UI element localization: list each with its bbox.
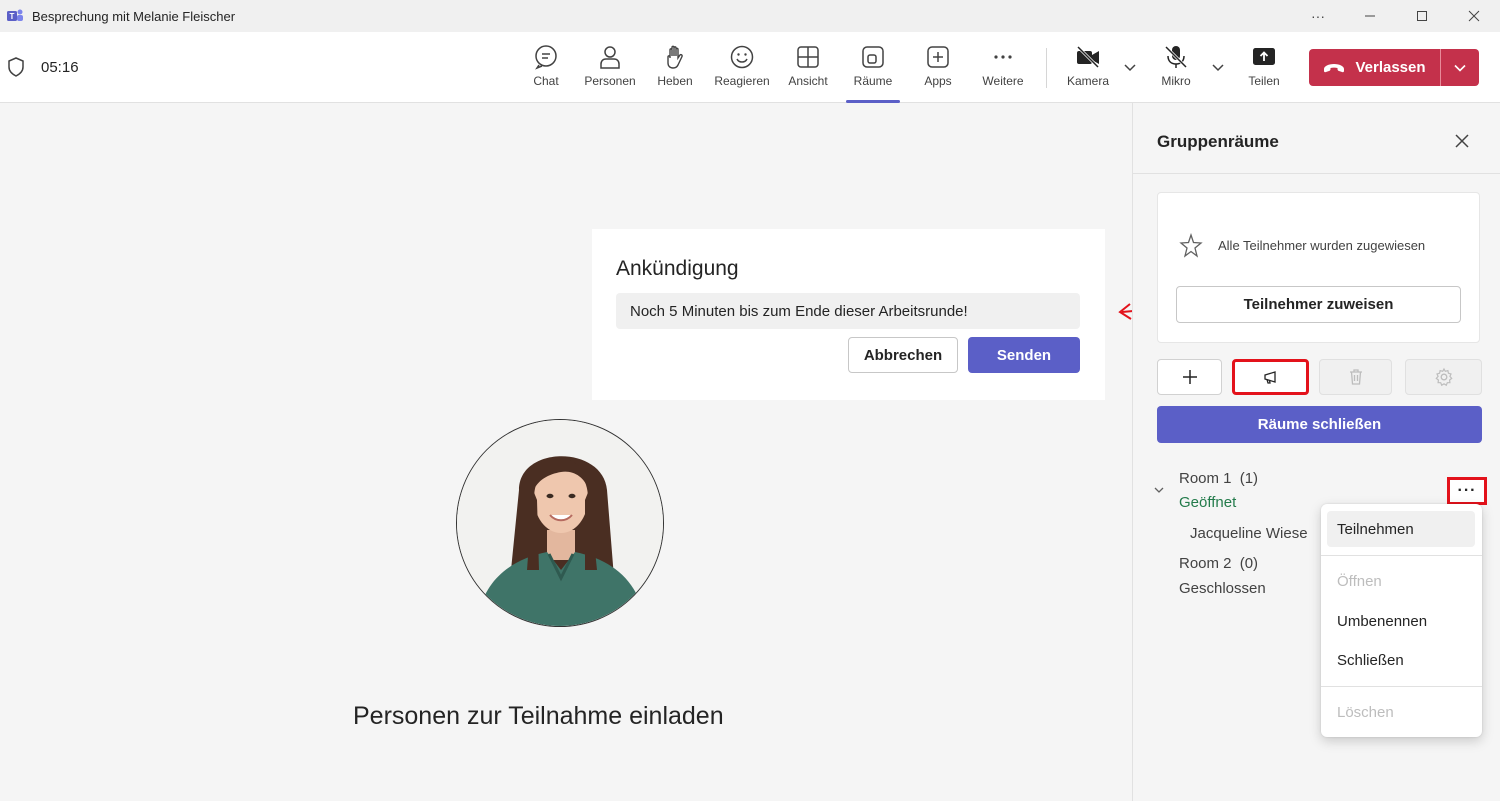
panel-title: Gruppenräume [1157,132,1279,151]
apps-icon [927,46,949,68]
svg-text:T: T [10,12,15,21]
view-icon [797,46,819,68]
room-2-name[interactable]: Room 2 (0) [1179,555,1258,572]
close-rooms-button[interactable]: Räume schließen [1157,406,1482,443]
maximize-icon[interactable] [1396,0,1448,32]
announcement-message-input[interactable]: Noch 5 Minuten bis zum Ende dieser Arbei… [616,293,1080,329]
add-room-button[interactable] [1157,359,1222,395]
people-label: Personen [584,74,636,88]
room-collapse-chevron-icon[interactable] [1153,485,1165,495]
minimize-icon[interactable] [1344,0,1396,32]
people-button[interactable]: Personen [583,44,637,94]
room-more-options-button[interactable]: ··· [1447,477,1487,505]
shield-icon [8,57,24,77]
assignment-info-text: Alle Teilnehmer wurden zugewiesen [1218,238,1426,253]
room-2-count: (0) [1239,555,1259,572]
emoji-icon [730,45,754,69]
rooms-icon [862,46,884,68]
mic-button[interactable]: Mikro [1156,44,1196,94]
invite-people-text[interactable]: Personen zur Teilnahme einladen [353,702,724,731]
menu-item-rename[interactable]: Umbenennen [1337,613,1427,630]
announcement-title: Ankündigung [616,257,739,280]
raise-hand-label: Heben [657,74,693,88]
view-label: Ansicht [788,74,828,88]
room-context-menu: Teilnehmen Öffnen Umbenennen Schließen L… [1321,504,1482,737]
rooms-button[interactable]: Räume [846,44,900,103]
room-1-name[interactable]: Room 1 (1) [1179,470,1258,487]
teams-logo-icon: T [7,9,23,21]
mic-options-chevron-icon[interactable] [1210,62,1226,74]
more-icon [994,55,1012,59]
panel-close-icon[interactable] [1451,130,1473,152]
leave-button[interactable]: Verlassen [1309,49,1479,86]
chat-label: Chat [533,74,559,88]
camera-off-icon [1076,45,1100,69]
meeting-toolbar: 05:16 Chat Personen Heben Reagieren Ansi… [0,32,1500,103]
sparkle-icon [1179,233,1203,258]
gear-icon [1434,367,1453,387]
megaphone-icon [1263,371,1276,384]
assignment-card: Alle Teilnehmer wurden zugewiesen Teilne… [1157,192,1480,343]
announcement-dialog: Ankündigung Noch 5 Minuten bis zum Ende … [592,229,1105,400]
react-label: Reagieren [714,74,770,88]
more-label: Weitere [982,74,1024,88]
rooms-label: Räume [853,74,893,88]
share-icon [1253,48,1275,65]
menu-separator [1321,555,1482,556]
chat-icon [535,45,557,70]
menu-item-open[interactable]: Öffnen [1337,573,1382,590]
chat-button[interactable]: Chat [527,44,565,94]
more-button[interactable]: Weitere [979,44,1027,94]
trash-icon [1349,369,1362,385]
raise-hand-icon [667,45,683,69]
panel-divider [1133,173,1500,174]
share-label: Teilen [1248,74,1280,88]
announcement-message-text: Noch 5 Minuten bis zum Ende dieser Arbei… [630,302,968,320]
leave-label: Verlassen [1355,59,1426,76]
room-2-status: Geschlossen [1179,580,1266,597]
apps-button[interactable]: Apps [921,44,955,94]
people-icon [600,46,620,69]
toolbar-divider [1046,48,1047,88]
room-settings-button[interactable] [1405,359,1482,395]
send-button[interactable]: Senden [968,337,1080,373]
participant-avatar [456,419,664,627]
meeting-stage: Ankündigung Noch 5 Minuten bis zum Ende … [0,103,1132,801]
window-title: Besprechung mit Melanie Fleischer [32,8,236,24]
assign-participants-button[interactable]: Teilnehmer zuweisen [1176,286,1461,323]
announcement-button[interactable] [1232,359,1309,395]
window-more-icon[interactable]: ··· [1292,0,1344,32]
menu-item-close[interactable]: Schließen [1337,652,1404,669]
camera-options-chevron-icon[interactable] [1122,62,1138,74]
room-1-participant: Jacqueline Wiese [1190,525,1308,542]
menu-item-join[interactable]: Teilnehmen [1337,521,1414,538]
room-2-label: Room 2 [1179,555,1232,572]
share-button[interactable]: Teilen [1244,44,1284,94]
menu-separator [1321,686,1482,687]
raise-hand-button[interactable]: Heben [655,44,695,94]
leave-options-chevron-icon[interactable] [1441,49,1479,86]
react-button[interactable]: Reagieren [712,44,772,94]
camera-button[interactable]: Kamera [1064,44,1112,94]
plus-icon [1182,370,1197,384]
hang-up-icon [1324,63,1345,72]
title-bar: T Besprechung mit Melanie Fleischer ··· [0,0,1500,32]
room-1-count: (1) [1239,470,1259,487]
apps-label: Apps [924,74,952,88]
leave-main[interactable]: Verlassen [1309,49,1441,86]
room-1-status: Geöffnet [1179,494,1237,511]
room-1-label: Room 1 [1179,470,1232,487]
mic-label: Mikro [1161,74,1191,88]
window-close-icon[interactable] [1448,0,1500,32]
view-button[interactable]: Ansicht [786,44,830,94]
delete-room-button[interactable] [1319,359,1392,395]
camera-label: Kamera [1066,74,1110,88]
menu-item-delete[interactable]: Löschen [1337,704,1394,721]
meeting-timer: 05:16 [41,59,79,76]
cancel-button[interactable]: Abbrechen [848,337,958,373]
mic-off-icon [1164,45,1188,69]
